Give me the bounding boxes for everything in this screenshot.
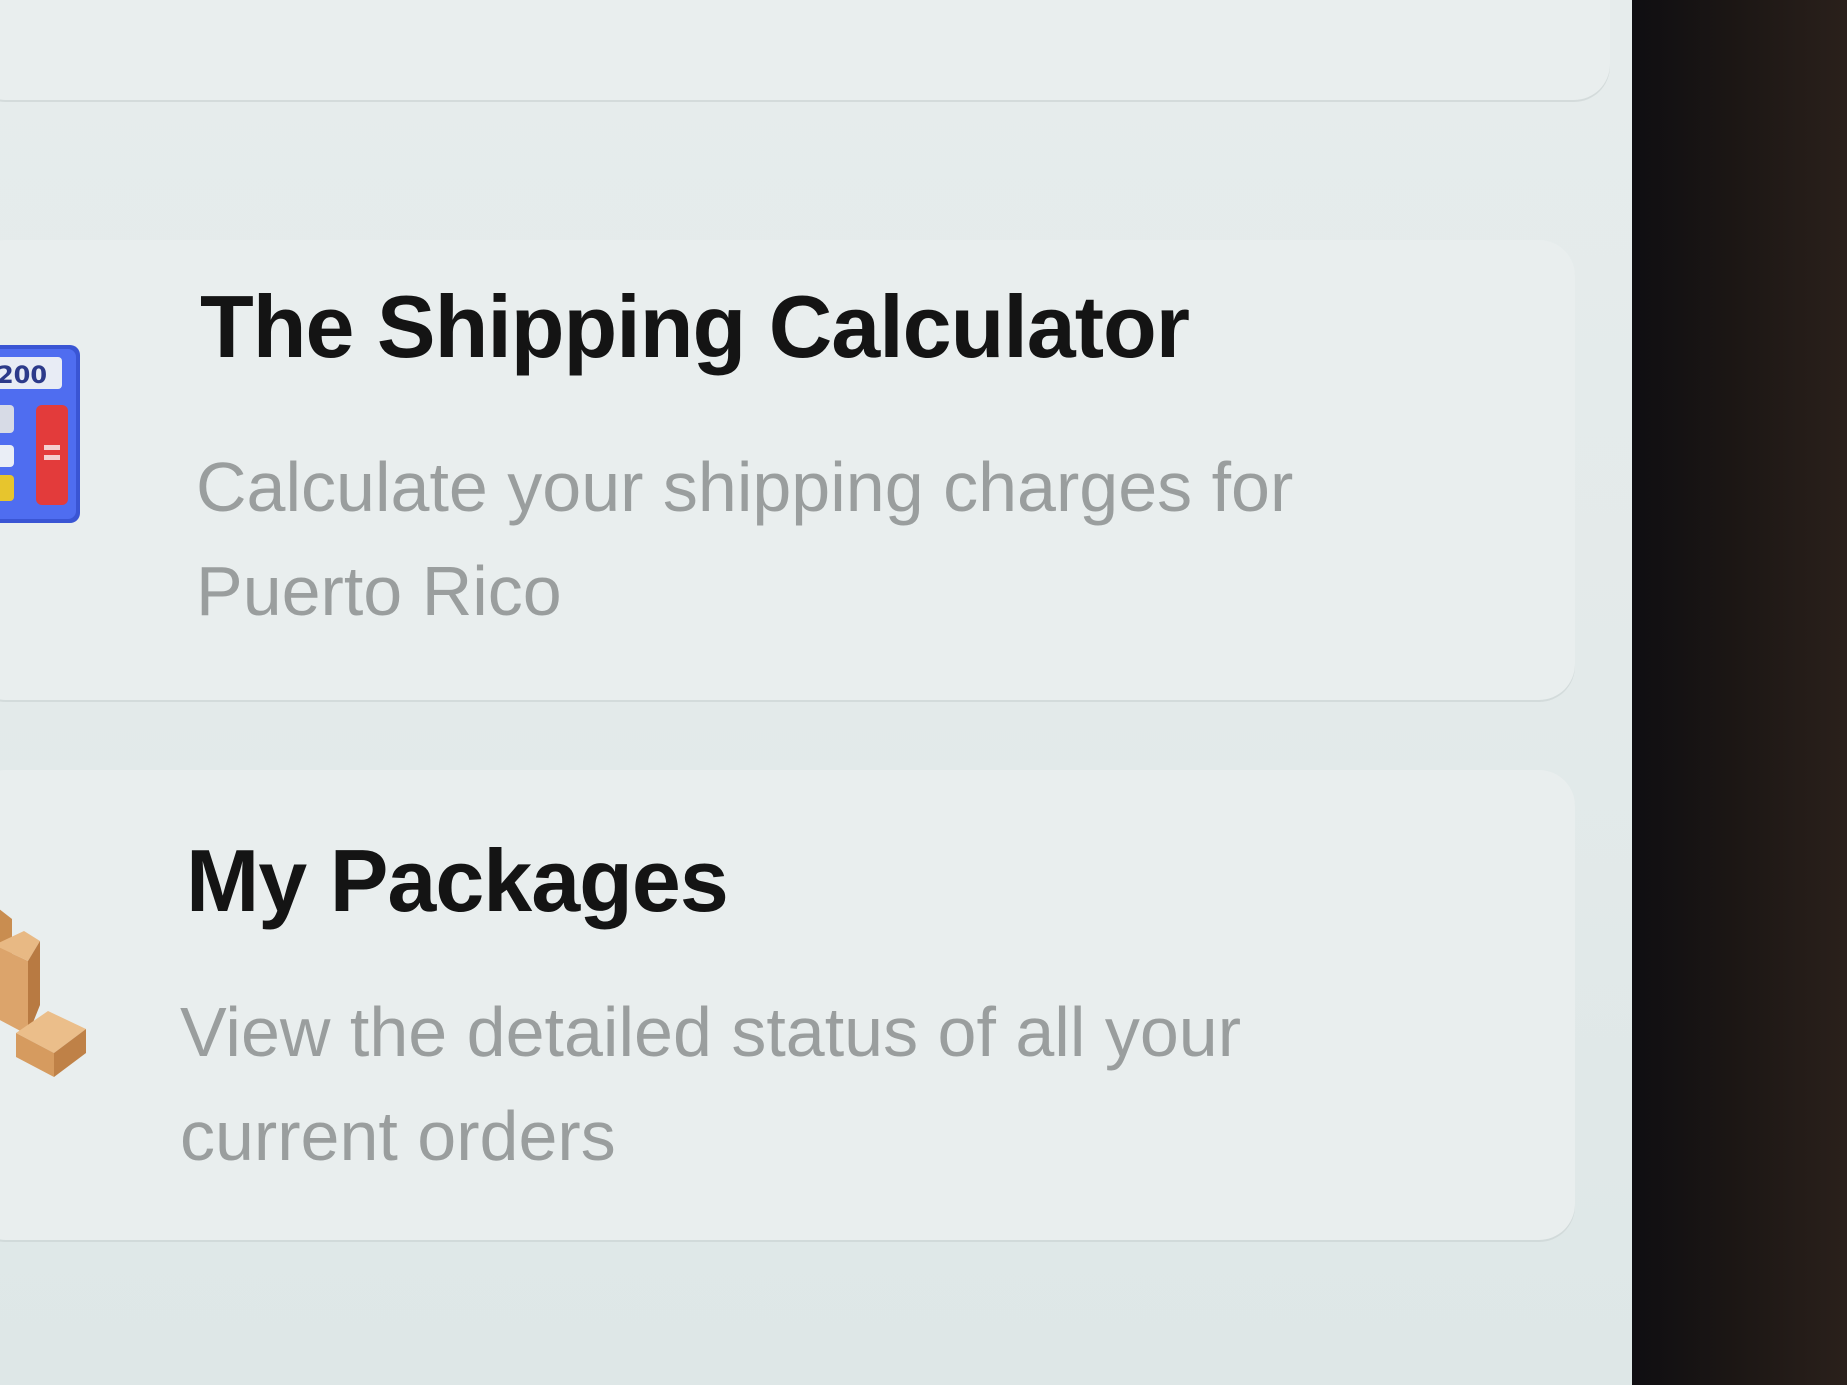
description-line: Calculate your shipping charges for: [196, 448, 1294, 526]
device-bezel: [1632, 0, 1847, 1385]
description-line: Puerto Rico: [196, 552, 562, 630]
previous-card[interactable]: [0, 0, 1610, 100]
card-description: View the detailed status of all your curr…: [180, 980, 1241, 1188]
packages-icon: [0, 905, 86, 1077]
description-line: View the detailed status of all your: [180, 993, 1242, 1071]
description-line: current orders: [180, 1097, 616, 1175]
app-screen: The Shipping Calculator Calculate your s…: [0, 0, 1672, 1385]
shipping-calculator-card[interactable]: The Shipping Calculator Calculate your s…: [0, 240, 1575, 700]
card-description: Calculate your shipping charges for Puert…: [196, 435, 1293, 643]
calculator-icon: 200: [0, 345, 80, 523]
card-title: The Shipping Calculator: [200, 277, 1190, 376]
card-title: My Packages: [186, 831, 729, 930]
calculator-display: 200: [0, 361, 47, 389]
my-packages-card[interactable]: My Packages View the detailed status of …: [0, 770, 1575, 1240]
